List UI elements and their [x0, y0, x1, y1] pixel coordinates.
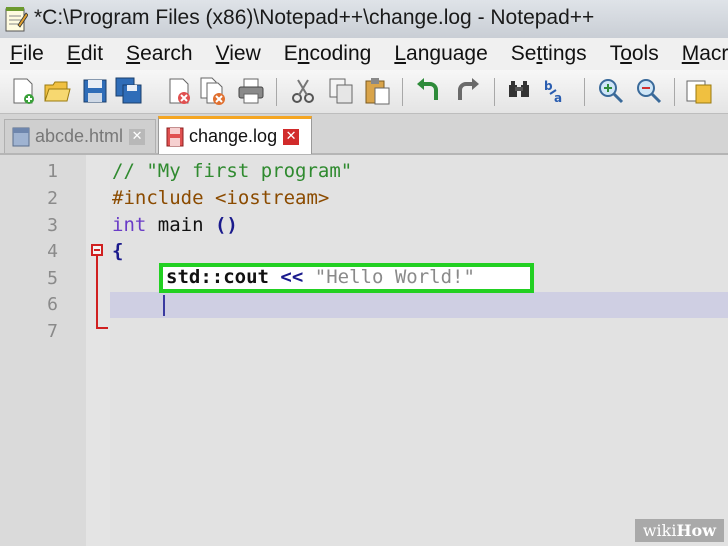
menu-language[interactable]: Language [394, 42, 487, 66]
code-line-1: // "My first program" [112, 160, 353, 182]
tab-label: abcde.html [35, 126, 124, 146]
toolbar-separator [276, 78, 277, 106]
code-line-3: int main () [112, 214, 238, 236]
toolbar-separator [584, 78, 585, 106]
menu-view[interactable]: View [216, 42, 261, 66]
toolbar-separator [402, 78, 403, 106]
editor-area[interactable]: 1 2 3 4 5 6 7 // "My first program" #inc… [0, 155, 728, 546]
menu-file[interactable]: File [10, 42, 44, 66]
copy-icon[interactable] [326, 76, 356, 106]
print-icon[interactable] [236, 76, 266, 106]
paste-icon[interactable] [362, 76, 392, 106]
toolbar-separator [674, 78, 675, 106]
save-icon[interactable] [80, 76, 110, 106]
fold-collapse-icon[interactable] [91, 244, 103, 256]
undo-icon[interactable] [414, 76, 444, 106]
tab-close-icon[interactable]: ✕ [129, 128, 146, 145]
close-icon[interactable] [164, 76, 194, 106]
menu-settings[interactable]: Settings [511, 42, 587, 66]
menu-search[interactable]: Search [126, 42, 193, 66]
fold-range-line [96, 256, 98, 329]
sync-scroll-icon[interactable] [684, 76, 714, 106]
svg-text:b: b [544, 79, 553, 93]
line-number: 4 [47, 241, 58, 262]
line-number-gutter: 1 2 3 4 5 6 7 [0, 155, 87, 546]
find-icon[interactable] [504, 76, 534, 106]
toolbar-separator [494, 78, 495, 106]
line-number: 2 [47, 188, 58, 209]
line-number: 3 [47, 215, 58, 236]
zoom-out-icon[interactable] [634, 76, 664, 106]
zoom-in-icon[interactable] [596, 76, 626, 106]
current-line-highlight [110, 292, 728, 318]
menu-edit[interactable]: Edit [67, 42, 103, 66]
document-modified-icon [166, 127, 184, 146]
menu-bar: File Edit Search View Encoding Language … [0, 38, 728, 70]
line-number: 7 [47, 321, 58, 342]
code-line-2: #include <iostream> [112, 187, 330, 209]
code-line-5: std::cout << "Hello World!" [166, 266, 475, 288]
toolbar: ba [0, 70, 728, 114]
line-number: 6 [47, 294, 58, 315]
replace-icon[interactable]: ba [542, 76, 572, 106]
menu-encoding[interactable]: Encoding [284, 42, 372, 66]
title-bar: *C:\Program Files (x86)\Notepad++\change… [0, 0, 728, 38]
document-icon [12, 127, 30, 146]
open-file-icon[interactable] [42, 76, 72, 106]
text-caret [163, 295, 165, 316]
fold-margin [86, 155, 110, 546]
line-number: 1 [47, 161, 58, 182]
redo-icon[interactable] [452, 76, 482, 106]
notepad-icon [5, 7, 28, 32]
cut-icon[interactable] [288, 76, 318, 106]
svg-text:a: a [554, 91, 562, 105]
close-all-icon[interactable] [198, 76, 228, 106]
menu-tools[interactable]: Tools [610, 42, 659, 66]
wikihow-watermark: wikiHow [634, 519, 724, 542]
fold-range-end [96, 327, 108, 329]
tab-bar: abcde.html ✕ change.log ✕ [0, 114, 728, 155]
tab-close-icon[interactable]: ✕ [283, 128, 300, 145]
window-title: *C:\Program Files (x86)\Notepad++\change… [34, 6, 595, 29]
new-file-icon[interactable] [8, 76, 38, 106]
tab-label: change.log [189, 126, 278, 146]
tab-abcde-html[interactable]: abcde.html ✕ [4, 119, 156, 153]
code-line-4: { [112, 240, 124, 262]
line-number: 5 [47, 268, 58, 289]
save-all-icon[interactable] [114, 76, 144, 106]
tab-change-log[interactable]: change.log ✕ [158, 116, 312, 154]
menu-macro[interactable]: Macro [682, 42, 728, 66]
